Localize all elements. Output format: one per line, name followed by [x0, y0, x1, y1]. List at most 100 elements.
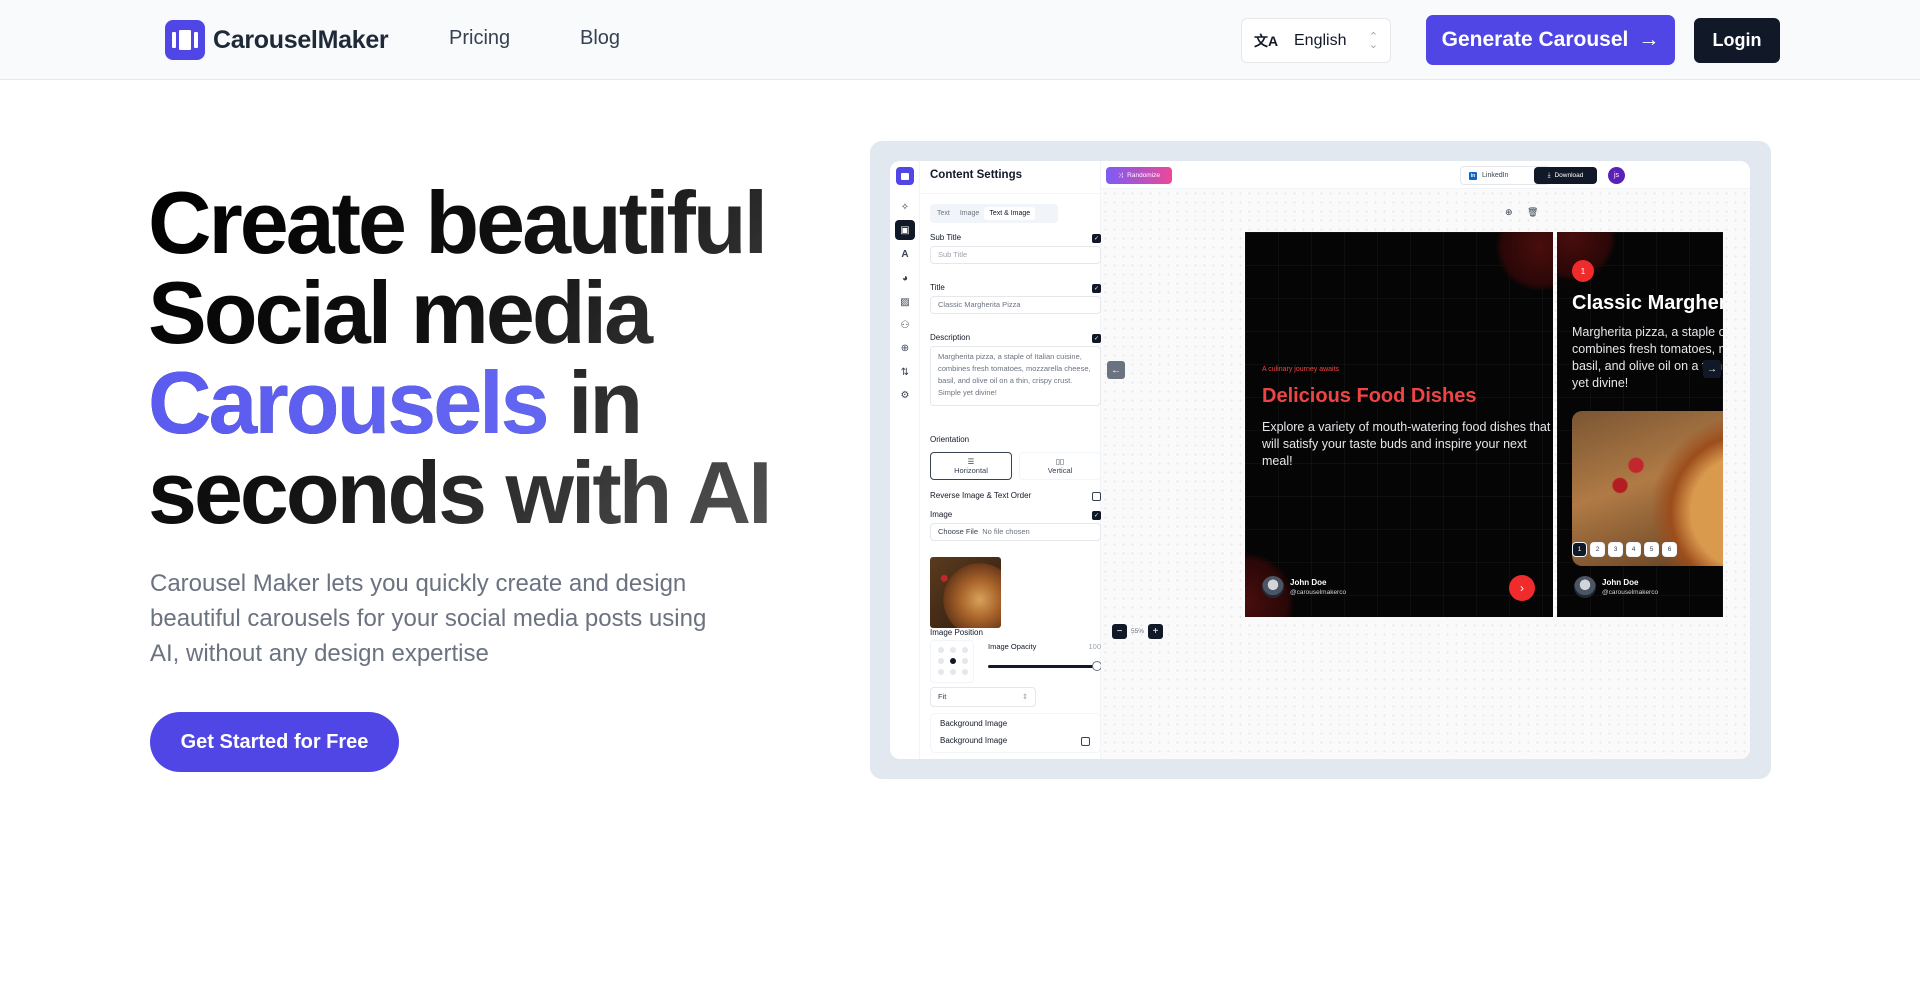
page-button[interactable]: 1	[1573, 543, 1586, 556]
decorative-circle	[1495, 232, 1553, 292]
previous-slide-button[interactable]: ←	[1107, 361, 1125, 379]
title-checkbox[interactable]: ✓	[1092, 284, 1101, 293]
plus-circle-icon[interactable]: ⊕	[895, 338, 915, 358]
randomize-label: Randomize	[1127, 172, 1161, 179]
hero-subtitle: Carousel Maker lets you quickly create a…	[150, 570, 707, 667]
slide-description-line: yet divine!	[1572, 376, 1629, 390]
file-input[interactable]: Choose File No file chosen	[930, 523, 1101, 541]
author-avatar	[1262, 576, 1284, 598]
generate-carousel-button[interactable]: Generate Carousel →	[1426, 15, 1675, 65]
image-label: Image	[930, 510, 953, 519]
author-handle: @carouselmakerco	[1602, 588, 1659, 596]
slider-track[interactable]	[988, 665, 1096, 668]
hero-title-line-3: in	[546, 353, 641, 452]
pattern-icon[interactable]: ▨	[895, 292, 915, 312]
divider	[920, 193, 1101, 194]
page-button[interactable]: 3	[1609, 543, 1622, 556]
slide-description-line: Margherita pizza, a staple of Italian	[1572, 325, 1723, 339]
choose-file-button[interactable]: Choose File	[938, 527, 978, 536]
background-image-section: Background Image Background Image	[930, 713, 1101, 753]
user-avatar[interactable]: js	[1608, 167, 1625, 184]
sparkles-icon[interactable]: ✧	[895, 197, 915, 217]
orientation-label: Orientation	[930, 435, 970, 444]
no-file-text: No file chosen	[982, 527, 1030, 536]
typography-icon[interactable]: A	[895, 244, 915, 264]
layout-icon[interactable]: ▣	[895, 220, 915, 240]
author-avatar	[1574, 576, 1596, 598]
content-type-tabs: Text Image Text & Image	[930, 204, 1058, 223]
description-checkbox[interactable]: ✓	[1092, 334, 1101, 343]
image-position-grid[interactable]	[930, 640, 974, 683]
chevron-updown-icon: ⇕	[1021, 692, 1028, 701]
hero-title-line-2: Social media	[148, 263, 651, 362]
description-textarea[interactable]: Margherita pizza, a staple of Italian cu…	[930, 346, 1101, 406]
download-button[interactable]: ⤓ Download	[1534, 167, 1597, 184]
image-checkbox[interactable]: ✓	[1092, 511, 1101, 520]
brand-logo[interactable]: CarouselMaker	[165, 20, 389, 60]
next-slide-button[interactable]: →	[1703, 360, 1721, 378]
subtitle-label: Sub Title	[930, 233, 962, 242]
reverse-order-checkbox[interactable]	[1092, 492, 1101, 501]
login-button[interactable]: Login	[1694, 18, 1780, 63]
fit-value: Fit	[938, 692, 947, 701]
logo-icon	[165, 20, 205, 60]
title-label: Title	[930, 283, 945, 292]
orientation-horizontal[interactable]: ☰ Horizontal	[930, 452, 1012, 480]
image-thumbnail	[930, 557, 1001, 628]
language-select[interactable]: 文A English ⌃ ⌄	[1241, 18, 1391, 63]
zoom-in-button[interactable]: +	[1148, 624, 1164, 639]
background-image-checkbox[interactable]	[1081, 737, 1090, 746]
panel-title: Content Settings	[930, 169, 1022, 181]
hero-title-accent: Carousels	[148, 353, 550, 452]
nav-blog[interactable]: Blog	[580, 27, 620, 50]
orientation-vertical-label: Vertical	[1047, 466, 1073, 475]
settings-icon[interactable]: ⚙	[895, 385, 915, 405]
author-handle: @carouselmakerco	[1290, 588, 1347, 596]
page-button[interactable]: 6	[1663, 543, 1676, 556]
arrow-right-icon: →	[1638, 28, 1660, 51]
palette-icon[interactable]: ◕	[895, 268, 915, 288]
tab-image[interactable]: Image	[955, 207, 984, 220]
page-button[interactable]: 5	[1645, 543, 1658, 556]
get-started-button[interactable]: Get Started for Free	[150, 712, 399, 772]
author-name: John Doe	[1602, 577, 1639, 587]
carousel-slide-2[interactable]: 1 Classic Margherita Pizza Margherita pi…	[1557, 232, 1723, 617]
description-label: Description	[930, 333, 971, 342]
randomize-button[interactable]: ⤨ Randomize	[1106, 167, 1172, 184]
download-icon: ⤓	[1547, 171, 1551, 179]
editor-canvas: ⊕ 🗑 ← A culinary journey awaits Deliciou…	[1101, 189, 1750, 759]
image-opacity-value: 100	[1088, 642, 1101, 651]
tab-text-and-image[interactable]: Text & Image	[984, 207, 1036, 220]
slide-description-line: combines fresh tomatoes, mozzarella	[1572, 342, 1723, 356]
editor-toolbar: ⤨ Randomize in LinkedIn ⇕ ⤓ Download js	[1101, 161, 1750, 189]
page-button[interactable]: 4	[1627, 543, 1640, 556]
linkedin-icon: in	[1469, 171, 1477, 180]
brand-name: CarouselMaker	[213, 25, 389, 54]
site-header: CarouselMaker Pricing Blog 文A English ⌃ ⌄…	[0, 0, 1920, 80]
subtitle-input[interactable]: Sub Title	[930, 246, 1101, 264]
slide-description: Explore a variety of mouth-watering food…	[1262, 420, 1551, 468]
chevron-updown-icon: ⌃ ⌄	[1368, 30, 1378, 51]
orientation-vertical[interactable]: ▯▯ Vertical	[1019, 452, 1101, 480]
reverse-order-label: Reverse Image & Text Order	[930, 491, 1032, 500]
page-button[interactable]: 2	[1591, 543, 1604, 556]
slide-author: John Doe @carouselmakerco	[1574, 576, 1658, 598]
users-icon[interactable]: ⚇	[895, 315, 915, 335]
nav-pricing[interactable]: Pricing	[449, 27, 510, 50]
fit-select[interactable]: Fit ⇕	[930, 687, 1036, 707]
carousel-slide-1[interactable]: A culinary journey awaits Delicious Food…	[1245, 232, 1553, 617]
tab-text[interactable]: Text	[932, 207, 955, 220]
trash-icon[interactable]: 🗑	[1527, 207, 1538, 218]
slide-description: Margherita pizza, a staple of Italian co…	[1572, 324, 1723, 392]
subtitle-checkbox[interactable]: ✓	[1092, 234, 1101, 243]
slide-author: John Doe @carouselmakerco	[1262, 576, 1346, 598]
sort-icon[interactable]: ⇅	[895, 362, 915, 382]
app-preview: ✧ ▣ A ◕ ▨ ⚇ ⊕ ⇅ ⚙ Content Settings Text …	[890, 161, 1750, 759]
background-image-label: Background Image	[940, 736, 1008, 745]
image-opacity-label: Image Opacity	[988, 642, 1037, 651]
title-input[interactable]: Classic Margherita Pizza	[930, 296, 1101, 314]
hero-title: Create beautiful Social media Carousels …	[148, 178, 770, 538]
zoom-out-button[interactable]: −	[1112, 624, 1127, 639]
add-slide-icon[interactable]: ⊕	[1505, 207, 1513, 218]
zoom-controls: − 55% +	[1112, 624, 1164, 639]
